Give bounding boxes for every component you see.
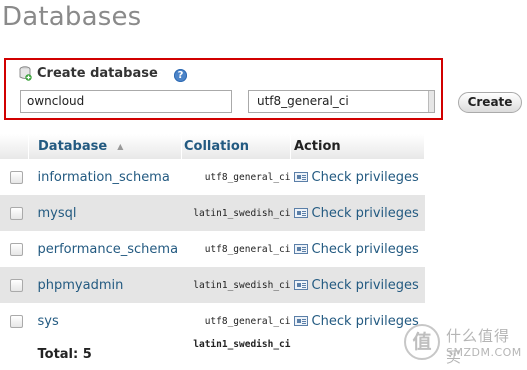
collation-cell: latin1_swedish_ci (181, 195, 291, 231)
check-privileges-link[interactable]: Check privileges (291, 170, 419, 185)
table-row: information_schema utf8_general_ci Check… (0, 159, 425, 195)
action-cell: Check privileges (290, 267, 425, 303)
row-checkbox[interactable] (10, 314, 23, 328)
help-icon[interactable]: ? (174, 69, 187, 82)
database-cell: sys (28, 303, 182, 339)
row-checkbox[interactable] (10, 278, 23, 292)
sort-ascending-icon[interactable]: ▲ (117, 142, 123, 151)
database-link[interactable]: phpmyadmin (29, 278, 124, 293)
check-privileges-label: Check privileges (311, 205, 419, 221)
database-cell: phpmyadmin (28, 267, 182, 303)
collation-cell: utf8_general_ci (181, 231, 291, 267)
total-collation: latin1_swedish_ci (181, 339, 291, 369)
collation-cell: latin1_swedish_ci (181, 267, 291, 303)
check-privileges-link[interactable]: Check privileges (291, 278, 419, 293)
create-button[interactable]: Create (458, 92, 522, 113)
total-label-cell: Total: 5 (28, 339, 182, 369)
page-title: Databases (2, 2, 142, 32)
privileges-icon (293, 243, 308, 254)
header-database-cell: Database ▲ (28, 134, 182, 159)
privileges-icon (293, 279, 308, 290)
collation-select-value: utf8_general_ci (257, 94, 349, 108)
database-cell: mysql (28, 195, 182, 231)
collation-cell: utf8_general_ci (181, 303, 291, 339)
databases-table: Database ▲ Collation Action information_s… (0, 134, 425, 369)
row-checkbox-cell (0, 195, 29, 231)
collation-select[interactable]: utf8_general_ci (248, 90, 435, 113)
database-link[interactable]: mysql (29, 206, 77, 221)
dropdown-arrow-icon (428, 91, 434, 112)
row-checkbox-cell (0, 267, 29, 303)
privileges-icon (293, 315, 308, 326)
check-privileges-link[interactable]: Check privileges (291, 242, 419, 257)
privileges-icon (293, 207, 308, 218)
row-checkbox[interactable] (10, 242, 23, 256)
total-row: Total: 5 latin1_swedish_ci (0, 339, 425, 369)
check-privileges-label: Check privileges (311, 241, 419, 257)
privileges-icon (293, 171, 308, 182)
watermark: 值 什么值得买 SMZDM.COM (400, 322, 525, 368)
table-row: performance_schema utf8_general_ci Check… (0, 231, 425, 267)
create-database-label: Create database (37, 66, 158, 81)
create-database-panel: Create database ? owncloud utf8_general_… (4, 58, 443, 120)
check-privileges-link[interactable]: Check privileges (291, 206, 419, 221)
collation-cell: utf8_general_ci (181, 159, 291, 195)
table-row: mysql latin1_swedish_ci Check privileges (0, 195, 425, 231)
check-privileges-label: Check privileges (311, 277, 419, 293)
sort-by-database-link[interactable]: Database (29, 139, 107, 154)
database-link[interactable]: information_schema (29, 170, 170, 185)
action-cell: Check privileges (290, 159, 425, 195)
header-checkbox-cell (0, 134, 29, 159)
database-link[interactable]: sys (29, 314, 59, 329)
check-privileges-label: Check privileges (311, 169, 419, 185)
watermark-logo: 值 (404, 324, 440, 360)
row-checkbox-cell (0, 231, 29, 267)
total-empty-cell (0, 339, 29, 369)
action-header: Action (294, 139, 341, 154)
table-header-row: Database ▲ Collation Action (0, 134, 425, 159)
create-database-heading: Create database (19, 66, 158, 81)
action-cell: Check privileges (290, 195, 425, 231)
database-cell: performance_schema (28, 231, 182, 267)
header-collation-cell: Collation (181, 134, 291, 159)
row-checkbox[interactable] (10, 170, 23, 184)
database-cell: information_schema (28, 159, 182, 195)
action-cell: Check privileges (290, 231, 425, 267)
row-checkbox[interactable] (10, 206, 23, 220)
database-link[interactable]: performance_schema (29, 242, 179, 257)
table-row: sys utf8_general_ci Check privileges (0, 303, 425, 339)
row-checkbox-cell (0, 303, 29, 339)
database-name-input[interactable]: owncloud (20, 90, 232, 113)
table-row: phpmyadmin latin1_swedish_ci Check privi… (0, 267, 425, 303)
database-add-icon (19, 66, 32, 81)
row-checkbox-cell (0, 159, 29, 195)
total-count: Total: 5 (37, 346, 92, 362)
header-action-cell: Action (290, 134, 425, 159)
watermark-domain: SMZDM.COM (446, 346, 522, 359)
sort-by-collation-link[interactable]: Collation (182, 139, 249, 154)
